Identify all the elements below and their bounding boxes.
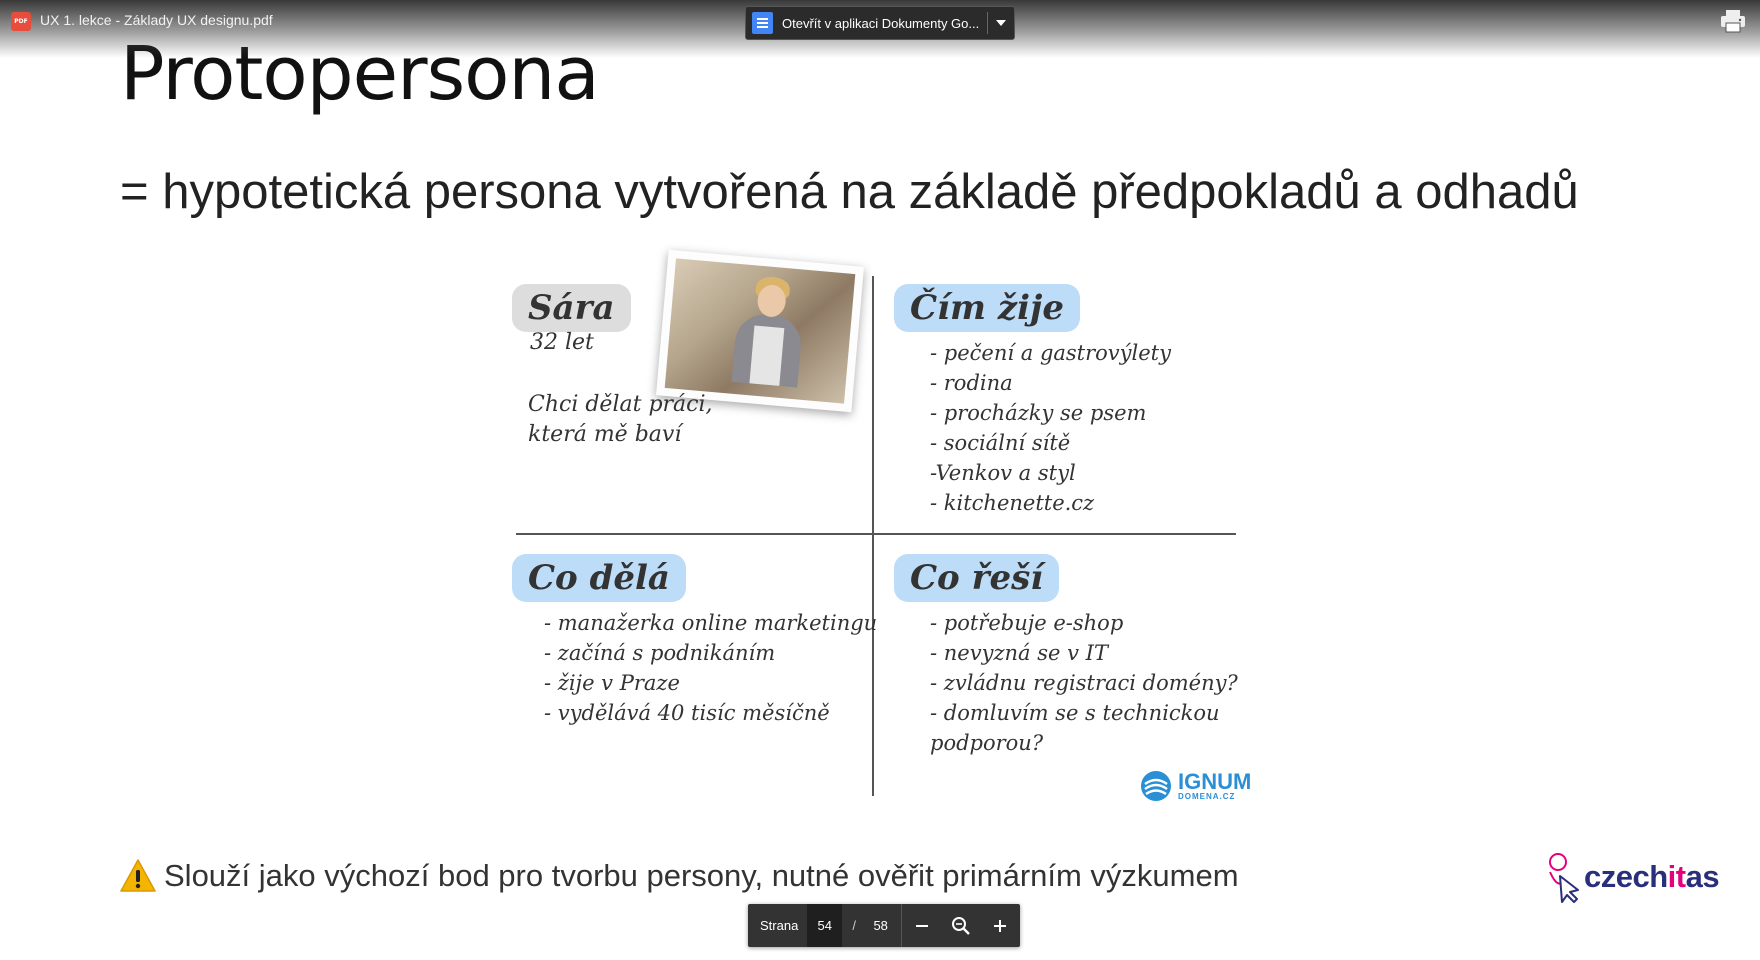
persona-name: Sára (512, 284, 631, 332)
list-item: - zvládnu registraci domény? (930, 671, 1238, 695)
chevron-down-icon[interactable] (988, 20, 1014, 26)
list-item: - manažerka online marketingu (544, 611, 878, 635)
list-item: - potřebuje e-shop (930, 611, 1124, 635)
persona-photo (656, 249, 864, 413)
horizontal-divider (516, 533, 1236, 535)
list-item: - začíná s podnikáním (544, 641, 776, 665)
list-item: -Venkov a styl (930, 461, 1076, 485)
google-docs-icon (752, 12, 773, 34)
pdf-file-icon: PDF (11, 12, 31, 31)
slide-subtitle: = hypotetická persona vytvořená na zákla… (120, 165, 1579, 219)
list-item: - žije v Praze (544, 671, 680, 695)
czechitas-figure-icon (1549, 853, 1579, 903)
solves-list: - potřebuje e-shop - nevyzná se v IT - z… (930, 608, 1238, 758)
lives-list: - pečení a gastrovýlety - rodina - proch… (930, 338, 1171, 518)
zoom-icon (952, 916, 971, 935)
does-list: - manažerka online marketingu - začíná s… (544, 608, 877, 728)
list-item: - pečení a gastrovýlety (930, 341, 1171, 365)
persona-card: Sára 32 let Chci dělat práci, která mě b… (500, 249, 1260, 820)
solves-title: Co řeší (894, 554, 1060, 602)
ignum-logo: IGNUM DOMENA.CZ (1140, 770, 1251, 802)
list-item: - vydělává 40 tisíc měsíčně (544, 701, 830, 725)
page-separator: / (852, 918, 857, 933)
slide-note: Slouží jako výchozí bod pro tvorbu perso… (120, 858, 1239, 894)
page-total: 58 (873, 918, 888, 933)
zoom-in-button[interactable] (981, 904, 1020, 947)
file-title: UX 1. lekce - Základy UX designu.pdf (40, 12, 273, 28)
zoom-button[interactable] (942, 904, 981, 947)
note-text: Slouží jako výchozí bod pro tvorbu perso… (164, 858, 1239, 893)
lives-title: Čím žije (894, 284, 1080, 332)
viewer-top-bar: PDF UX 1. lekce - Základy UX designu.pdf… (0, 0, 1760, 58)
list-item: podporou? (930, 731, 1044, 755)
minus-icon (915, 924, 928, 927)
page-number-input[interactable]: 54 (807, 904, 843, 947)
list-item: - domluvím se s technickou (930, 701, 1220, 725)
persona-quote: Chci dělat práci, která mě baví (528, 392, 713, 447)
list-item: - kitchenette.cz (930, 491, 1095, 515)
plus-icon (994, 919, 1007, 932)
ignum-icon (1141, 771, 1171, 801)
list-item: - nevyzná se v IT (930, 641, 1108, 665)
czechitas-logo: czechitas (1540, 850, 1720, 904)
page-label: Strana (760, 918, 799, 933)
print-icon[interactable] (1720, 9, 1746, 33)
open-with-docs-button[interactable]: Otevřít v aplikaci Dokumenty Go... (745, 6, 1015, 40)
list-item: - rodina (930, 371, 1013, 395)
list-item: - procházky se psem (930, 401, 1147, 425)
does-title: Co dělá (512, 554, 686, 602)
list-item: - sociální sítě (930, 431, 1071, 455)
zoom-out-button[interactable] (902, 904, 941, 947)
page-toolbar: Strana 54 / 58 (748, 904, 1020, 947)
persona-age: 32 let (530, 330, 594, 355)
open-with-label: Otevřít v aplikaci Dokumenty Go... (782, 15, 980, 31)
warning-icon (120, 859, 156, 892)
